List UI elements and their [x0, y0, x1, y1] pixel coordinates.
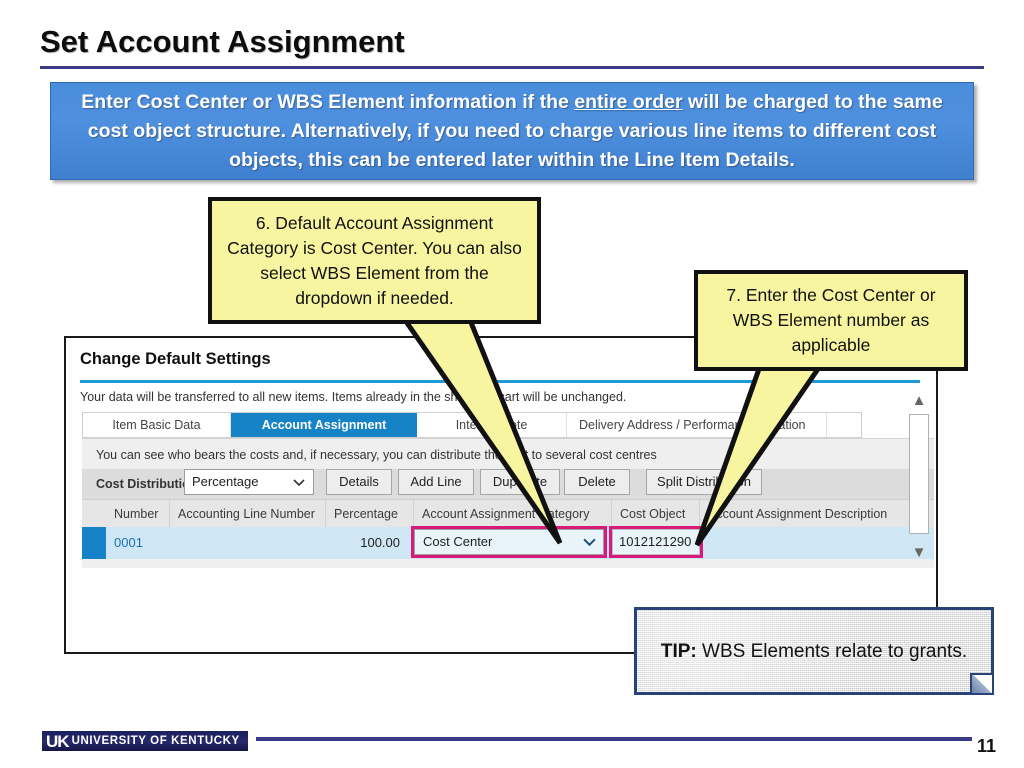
callout-step-7: 7. Enter the Cost Center or WBS Element …	[694, 270, 968, 371]
tip-label: TIP:	[660, 640, 697, 662]
callout-step-6: 6. Default Account Assignment Category i…	[208, 197, 541, 324]
callout-step-7-text: 7. Enter the Cost Center or WBS Element …	[726, 285, 936, 355]
page-fold-icon	[970, 673, 992, 693]
callout-7-tail	[694, 363, 825, 547]
callout-step-6-text: 6. Default Account Assignment Category i…	[227, 212, 522, 308]
tip-body: WBS Elements relate to grants.	[696, 640, 968, 662]
tip-text: TIP: WBS Elements relate to grants.	[661, 638, 967, 665]
callout-6-tail	[400, 317, 563, 545]
tip-box: TIP: WBS Elements relate to grants.	[634, 607, 994, 695]
